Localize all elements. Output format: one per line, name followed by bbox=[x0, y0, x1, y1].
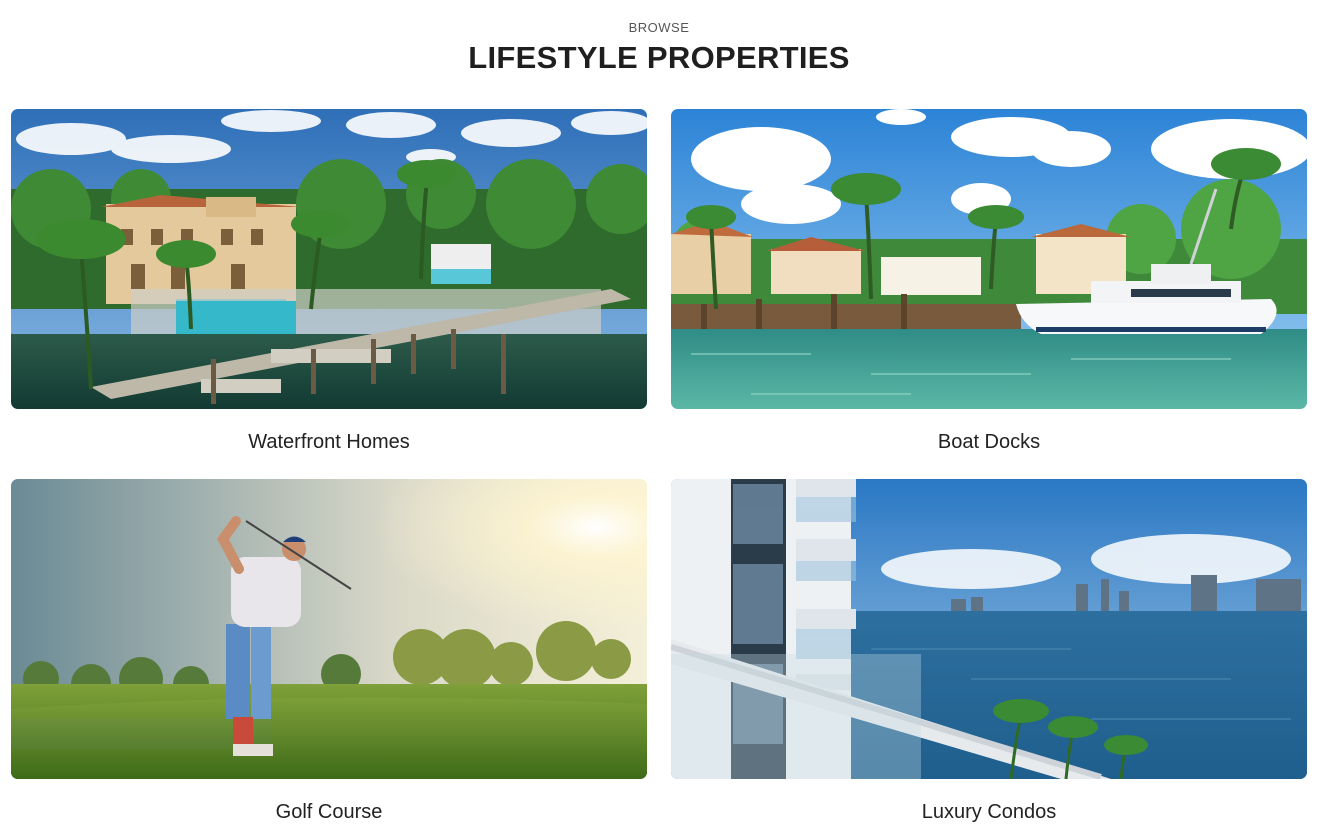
waterfront-homes-photo[interactable] bbox=[11, 109, 647, 409]
golf-course-photo[interactable] bbox=[11, 479, 647, 779]
property-card-golf-course[interactable]: Golf Course bbox=[11, 479, 647, 824]
page-eyebrow: BROWSE bbox=[628, 20, 690, 35]
property-card-boat-docks[interactable]: Boat Docks bbox=[671, 109, 1307, 454]
boat-docks-photo[interactable] bbox=[671, 109, 1307, 409]
card-label: Waterfront Homes bbox=[248, 431, 410, 453]
page-title: LIFESTYLE PROPERTIES bbox=[468, 40, 850, 75]
luxury-condos-photo[interactable] bbox=[671, 479, 1307, 779]
card-label: Boat Docks bbox=[937, 431, 1041, 453]
property-card-waterfront-homes[interactable]: Waterfront Homes bbox=[11, 109, 647, 454]
card-label: Luxury Condos bbox=[921, 801, 1057, 823]
property-card-luxury-condos[interactable]: Luxury Condos bbox=[671, 479, 1307, 824]
card-label: Golf Course bbox=[275, 801, 383, 823]
